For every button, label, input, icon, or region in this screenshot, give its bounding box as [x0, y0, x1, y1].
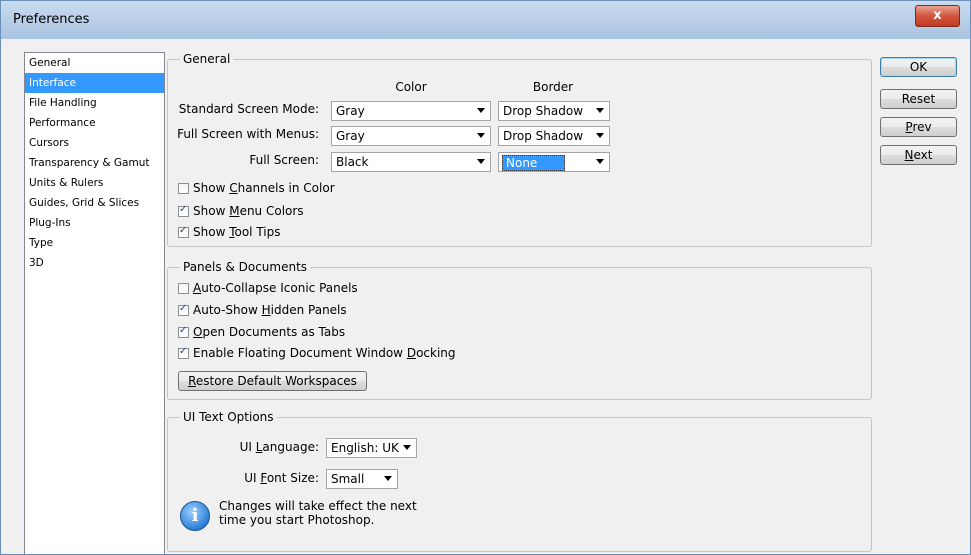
- full-screen-menus-border-select[interactable]: Drop Shadow: [498, 126, 610, 146]
- show-menu-colors-checkbox[interactable]: Show Menu Colors: [178, 204, 304, 218]
- chevron-down-icon: [596, 133, 604, 138]
- ui-font-size-label: UI Font Size:: [244, 471, 319, 485]
- sidebar-item-performance[interactable]: Performance: [25, 113, 164, 133]
- sidebar-item-units-rulers[interactable]: Units & Rulers: [25, 173, 164, 193]
- full-screen-menus-color-select[interactable]: Gray: [331, 126, 491, 146]
- sidebar-item-plug-ins[interactable]: Plug-Ins: [25, 213, 164, 233]
- full-screen-label: Full Screen:: [249, 153, 319, 167]
- info-icon: i: [180, 501, 210, 531]
- checkbox-unchecked: [178, 282, 189, 294]
- chevron-down-icon: [403, 445, 411, 450]
- border-column-header: Border: [532, 80, 574, 94]
- preferences-window: Preferences x General Interface File Han…: [0, 0, 971, 555]
- sidebar-item-interface[interactable]: Interface: [25, 73, 164, 93]
- title-bar[interactable]: Preferences x: [1, 1, 970, 39]
- sidebar-item-general[interactable]: General: [25, 53, 164, 73]
- color-column-header: Color: [395, 80, 427, 94]
- restart-note-line-2: time you start Photoshop.: [219, 513, 375, 527]
- panels-documents-legend: Panels & Documents: [183, 260, 308, 274]
- chevron-down-icon: [477, 133, 485, 138]
- chevron-down-icon: [596, 159, 604, 164]
- category-list[interactable]: General Interface File Handling Performa…: [24, 52, 165, 554]
- checkbox-checked: [178, 325, 189, 338]
- ui-text-options-legend: UI Text Options: [183, 410, 274, 424]
- prev-button[interactable]: Prev: [880, 117, 957, 137]
- full-screen-color-select[interactable]: Black: [331, 152, 491, 172]
- restore-default-workspaces-button[interactable]: Restore Default Workspaces: [178, 371, 367, 391]
- standard-screen-border-select[interactable]: Drop Shadow: [498, 101, 610, 121]
- ui-font-size-select[interactable]: Small: [326, 469, 398, 489]
- close-button[interactable]: x: [915, 5, 960, 27]
- standard-screen-mode-label: Standard Screen Mode:: [178, 102, 319, 116]
- general-legend: General: [183, 52, 231, 66]
- checkbox-unchecked: [178, 182, 189, 194]
- checkbox-checked: [178, 225, 189, 238]
- chevron-down-icon: [477, 159, 485, 164]
- full-screen-border-select[interactable]: None: [498, 152, 610, 172]
- restart-note-line-1: Changes will take effect the next: [219, 499, 417, 513]
- open-documents-as-tabs-checkbox[interactable]: Open Documents as Tabs: [178, 325, 345, 339]
- reset-button[interactable]: Reset: [880, 89, 957, 109]
- checkbox-checked: [178, 303, 189, 316]
- sidebar-item-transparency-gamut[interactable]: Transparency & Gamut: [25, 153, 164, 173]
- show-tool-tips-checkbox[interactable]: Show Tool Tips: [178, 225, 281, 239]
- chevron-down-icon: [477, 108, 485, 113]
- show-channels-in-color-checkbox[interactable]: Show Channels in Color: [178, 181, 335, 195]
- chevron-down-icon: [384, 476, 392, 481]
- auto-collapse-iconic-panels-checkbox[interactable]: Auto-Collapse Iconic Panels: [178, 281, 358, 295]
- sidebar-item-file-handling[interactable]: File Handling: [25, 93, 164, 113]
- sidebar-item-3d[interactable]: 3D: [25, 253, 164, 273]
- full-screen-menus-label: Full Screen with Menus:: [177, 127, 319, 141]
- checkbox-checked: [178, 346, 189, 359]
- ui-language-label: UI Language:: [239, 440, 319, 454]
- ok-button[interactable]: OK: [880, 57, 957, 77]
- checkbox-checked: [178, 204, 189, 217]
- window-title: Preferences: [13, 12, 90, 27]
- standard-screen-color-select[interactable]: Gray: [331, 101, 491, 121]
- chevron-down-icon: [596, 108, 604, 113]
- ui-language-select[interactable]: English: UK: [326, 438, 417, 458]
- next-button[interactable]: Next: [880, 145, 957, 165]
- sidebar-item-cursors[interactable]: Cursors: [25, 133, 164, 153]
- auto-show-hidden-panels-checkbox[interactable]: Auto-Show Hidden Panels: [178, 303, 347, 317]
- enable-floating-window-docking-checkbox[interactable]: Enable Floating Document Window Docking: [178, 346, 456, 360]
- close-icon: x: [933, 8, 942, 23]
- sidebar-item-type[interactable]: Type: [25, 233, 164, 253]
- sidebar-item-guides-grid-slices[interactable]: Guides, Grid & Slices: [25, 193, 164, 213]
- dialog-body: General Interface File Handling Performa…: [8, 39, 963, 554]
